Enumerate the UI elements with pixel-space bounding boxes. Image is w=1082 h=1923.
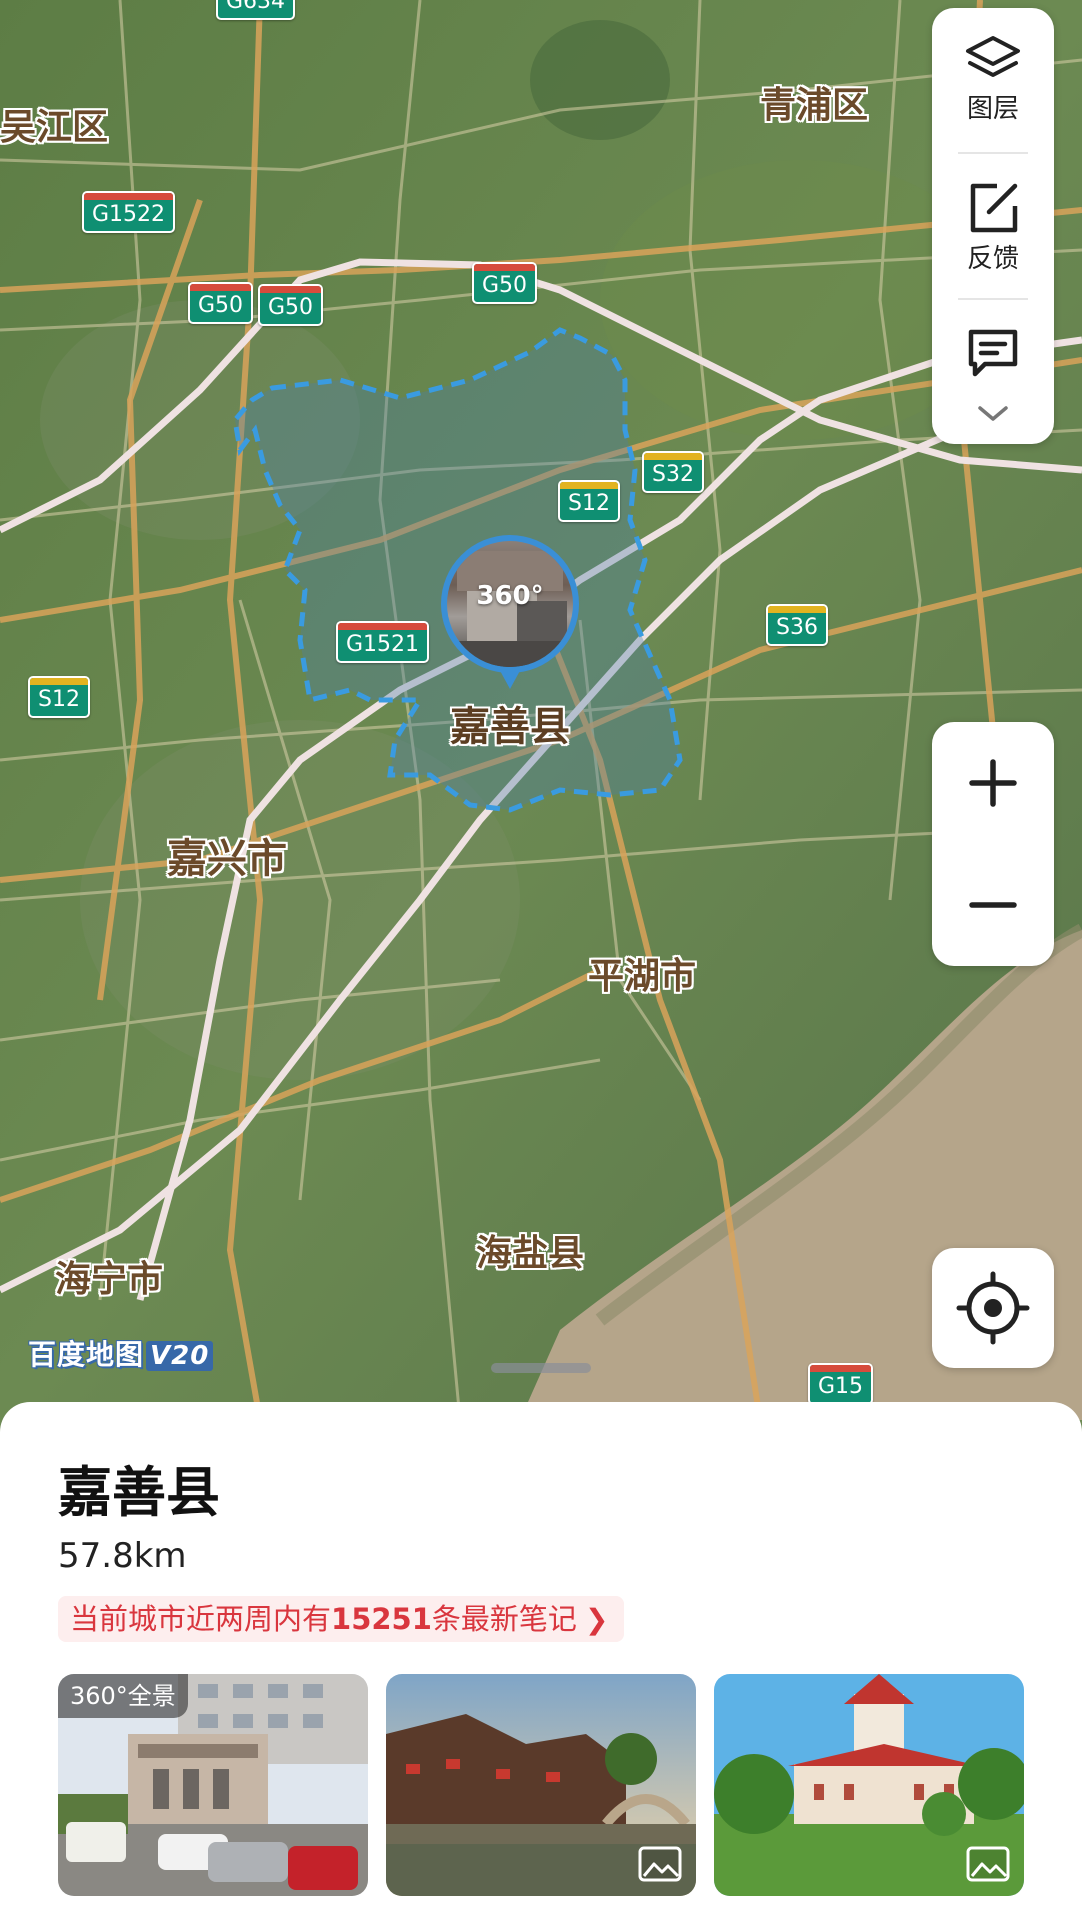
panorama-thumbnail: 360° bbox=[447, 541, 573, 667]
divider bbox=[958, 152, 1028, 154]
label-wujiang[interactable]: 吴江区 bbox=[0, 98, 108, 150]
photo-thumbnail[interactable] bbox=[714, 1674, 1024, 1896]
divider bbox=[958, 298, 1028, 300]
image-icon bbox=[966, 1846, 1010, 1882]
photo-thumbnail-panorama[interactable]: 360°全景 bbox=[58, 1674, 368, 1896]
sheet-drag-handle[interactable] bbox=[491, 1363, 591, 1373]
pin-tail bbox=[498, 667, 522, 689]
map-toolbar: 图层 反馈 bbox=[932, 8, 1054, 444]
zoom-out-button[interactable] bbox=[932, 844, 1054, 966]
panorama-badge: 360°全景 bbox=[58, 1674, 188, 1718]
layers-icon bbox=[966, 36, 1020, 77]
road-shield: G1521 bbox=[336, 621, 430, 663]
photo-thumbnail[interactable] bbox=[386, 1674, 696, 1896]
label-jiashan-selected[interactable]: 嘉善县 bbox=[450, 694, 570, 752]
notes-link[interactable]: 当前城市近两周内有15251条最新笔记 ❯ bbox=[58, 1596, 625, 1642]
place-detail-sheet[interactable]: 嘉善县 57.8km 当前城市近两周内有15251条最新笔记 ❯ 360°全景 bbox=[0, 1402, 1082, 1923]
plus-icon bbox=[969, 759, 1017, 807]
label-pinghu[interactable]: 平湖市 bbox=[588, 947, 696, 999]
edit-icon bbox=[970, 183, 1018, 233]
image-icon bbox=[638, 1846, 682, 1882]
road-shield: G50 bbox=[188, 282, 254, 324]
road-shield: G50 bbox=[472, 262, 538, 304]
notes-count: 15251 bbox=[331, 1602, 432, 1636]
road-shield: S32 bbox=[642, 451, 704, 493]
label-qingpu[interactable]: 青浦区 bbox=[760, 76, 868, 128]
feedback-label: 反馈 bbox=[966, 244, 1019, 274]
zoom-in-button[interactable] bbox=[932, 722, 1054, 844]
road-shield: G1522 bbox=[82, 191, 176, 233]
map-view[interactable]: 吴江区 青浦区 嘉兴市 平湖市 海宁市 海盐县 嘉善县 G634 G1522 G… bbox=[0, 0, 1082, 1420]
road-shield: S12 bbox=[28, 676, 90, 718]
panorama-pin[interactable]: 360° bbox=[441, 535, 579, 697]
toolbar-expand-button[interactable] bbox=[932, 404, 1054, 424]
place-distance: 57.8km bbox=[58, 1536, 187, 1576]
chevron-right-icon: ❯ bbox=[584, 1603, 609, 1636]
label-jiaxing[interactable]: 嘉兴市 bbox=[167, 826, 287, 884]
road-shield: G15 bbox=[808, 1363, 874, 1405]
notes-prefix: 当前城市近两周内有 bbox=[70, 1602, 332, 1636]
locate-button[interactable] bbox=[932, 1248, 1054, 1368]
zoom-control bbox=[932, 722, 1054, 966]
minus-icon bbox=[969, 902, 1017, 908]
road-shield: G50 bbox=[258, 284, 324, 326]
chevron-down-icon bbox=[978, 406, 1008, 421]
label-haining[interactable]: 海宁市 bbox=[55, 1250, 163, 1302]
message-button[interactable] bbox=[932, 326, 1054, 378]
layers-label: 图层 bbox=[966, 94, 1019, 124]
layers-button[interactable]: 图层 bbox=[932, 34, 1054, 125]
feedback-button[interactable]: 反馈 bbox=[932, 180, 1054, 275]
road-shield: S12 bbox=[558, 480, 620, 522]
place-title: 嘉善县 bbox=[58, 1461, 220, 1524]
label-haiyan[interactable]: 海盐县 bbox=[476, 1224, 584, 1276]
panorama-360-label: 360° bbox=[476, 581, 544, 611]
notes-suffix: 条最新笔记 bbox=[431, 1602, 577, 1636]
road-shield: S36 bbox=[766, 604, 828, 646]
baidu-map-logo: 百度地图 V20 bbox=[28, 1333, 214, 1373]
message-icon bbox=[968, 329, 1018, 377]
road-shield: G634 bbox=[216, 0, 296, 20]
location-target-icon bbox=[956, 1271, 1030, 1345]
